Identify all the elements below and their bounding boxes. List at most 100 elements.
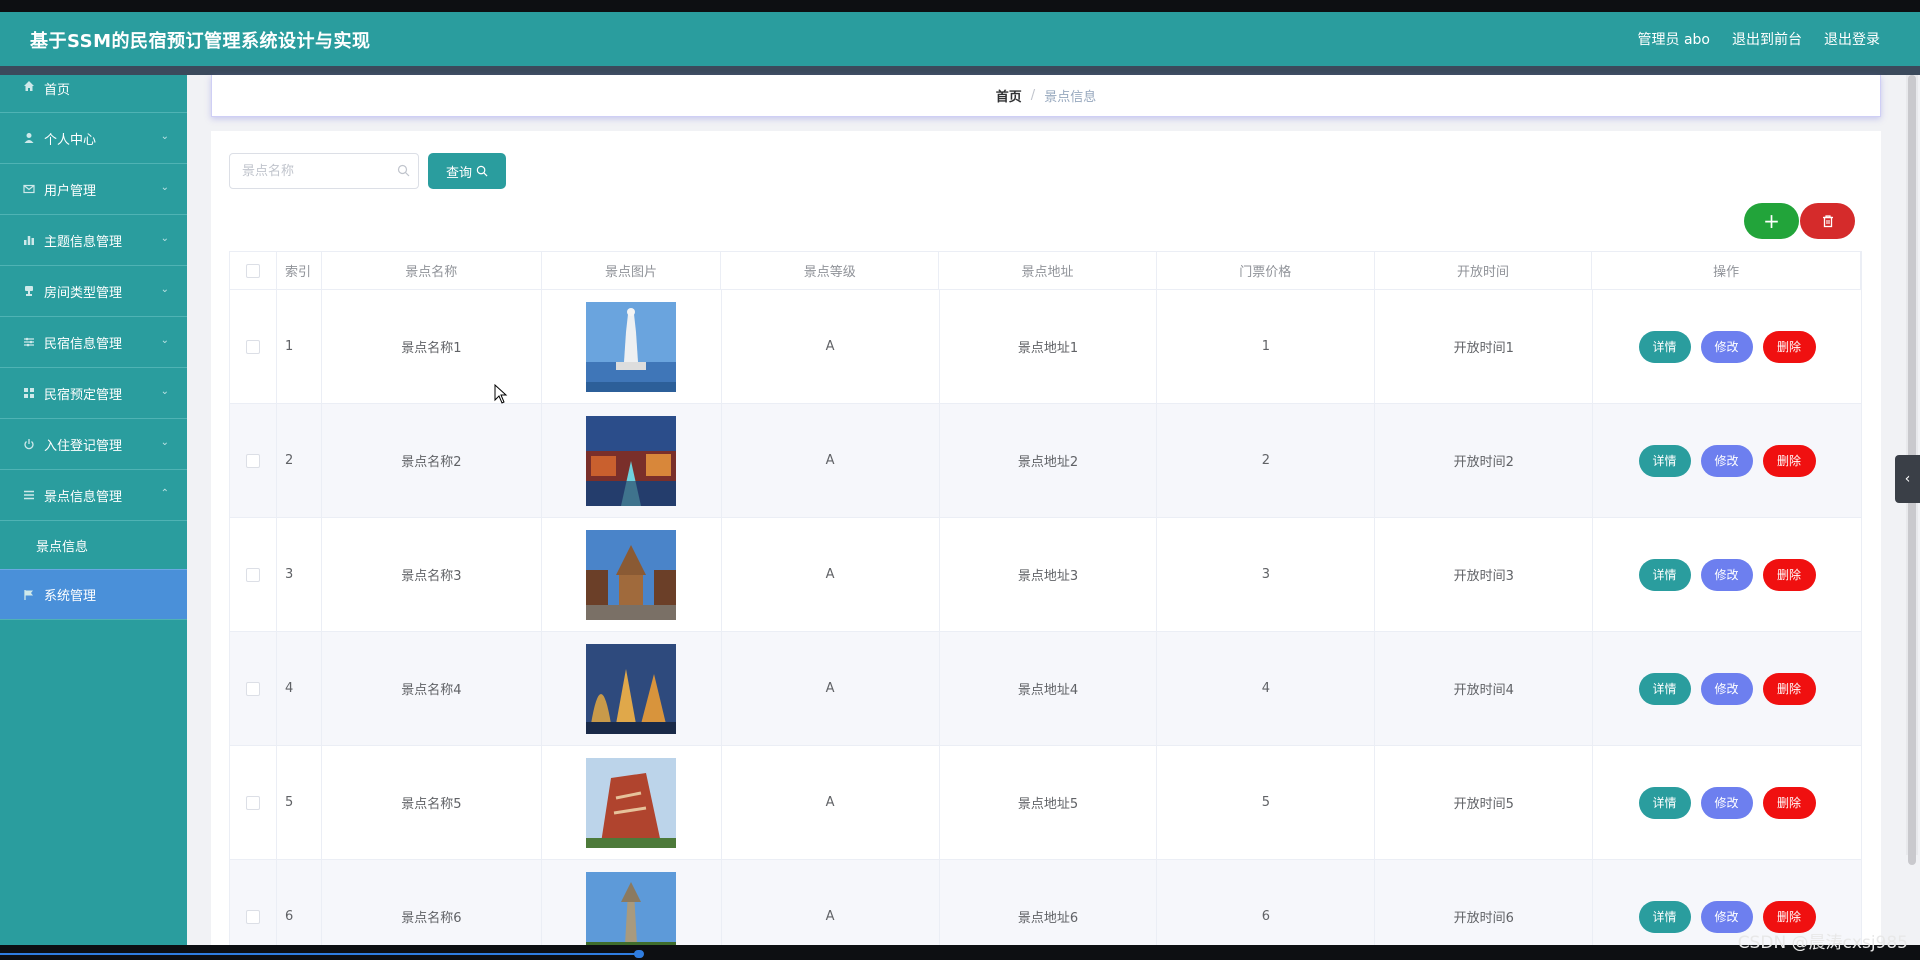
row-checkbox[interactable] bbox=[245, 909, 260, 924]
stamp-icon bbox=[22, 284, 36, 298]
sidebar-item-booking-management[interactable]: 民宿预定管理 ⌄ bbox=[0, 368, 187, 419]
row-address: 景点地址4 bbox=[940, 632, 1158, 745]
row-open-time: 开放时间3 bbox=[1375, 518, 1594, 631]
search-icon bbox=[397, 164, 410, 177]
row-checkbox[interactable] bbox=[245, 567, 260, 582]
sidebar-item-personal-center[interactable]: 个人中心 ⌄ bbox=[0, 113, 187, 164]
main-content: 首页 / 景点信息 查询 + 索引 景点名称 景点图片 bbox=[187, 75, 1920, 945]
delete-button[interactable]: 删除 bbox=[1762, 444, 1816, 477]
sidebar-item-user-management[interactable]: 用户管理 ⌄ bbox=[0, 164, 187, 215]
home-icon bbox=[22, 79, 36, 93]
bar-chart-icon bbox=[22, 233, 36, 247]
chevron-down-icon: ⌄ bbox=[160, 233, 169, 244]
row-select-cell bbox=[230, 632, 277, 745]
logout-link[interactable]: 退出登录 bbox=[1824, 29, 1880, 49]
row-address: 景点地址2 bbox=[940, 404, 1158, 517]
chevron-down-icon: ⌄ bbox=[160, 386, 169, 397]
edit-button[interactable]: 修改 bbox=[1700, 558, 1753, 591]
chevron-down-icon: ⌄ bbox=[160, 131, 169, 142]
row-level: A bbox=[722, 404, 940, 517]
scenic-thumbnail[interactable] bbox=[586, 643, 677, 734]
detail-button[interactable]: 详情 bbox=[1638, 786, 1691, 819]
row-checkbox[interactable] bbox=[245, 453, 260, 468]
header-open-time: 开放时间 bbox=[1375, 252, 1593, 289]
detail-button[interactable]: 详情 bbox=[1638, 672, 1691, 705]
trash-icon bbox=[1822, 215, 1833, 228]
video-progress-bar[interactable] bbox=[0, 953, 640, 955]
edit-button[interactable]: 修改 bbox=[1700, 672, 1753, 705]
row-index: 6 bbox=[277, 860, 322, 945]
table-row: 6 景点名称6 A 景点地址6 6 开放时间6 详情 修改 删除 bbox=[229, 860, 1862, 945]
query-button[interactable]: 查询 bbox=[428, 153, 506, 189]
batch-delete-button[interactable] bbox=[1800, 203, 1855, 239]
table-row: 5 景点名称5 A 景点地址5 5 开放时间5 详情 修改 删除 bbox=[229, 746, 1862, 860]
header-address: 景点地址 bbox=[939, 252, 1157, 289]
row-image-cell bbox=[542, 746, 722, 859]
detail-button[interactable]: 详情 bbox=[1638, 330, 1691, 363]
row-level: A bbox=[722, 632, 940, 745]
delete-button[interactable]: 删除 bbox=[1762, 558, 1816, 591]
delete-button[interactable]: 删除 bbox=[1762, 330, 1816, 363]
row-image-cell bbox=[542, 518, 722, 631]
delete-button[interactable]: 删除 bbox=[1762, 786, 1816, 819]
sidebar-subitem-scenic-info[interactable]: 景点信息 bbox=[0, 521, 187, 569]
scenic-thumbnail[interactable] bbox=[586, 871, 677, 946]
breadcrumb-separator: / bbox=[1030, 88, 1036, 103]
detail-button[interactable]: 详情 bbox=[1638, 900, 1691, 933]
breadcrumb-current: 景点信息 bbox=[1044, 90, 1097, 105]
row-name: 景点名称1 bbox=[322, 290, 542, 403]
exit-to-front-link[interactable]: 退出到前台 bbox=[1732, 29, 1802, 49]
row-checkbox[interactable] bbox=[245, 339, 260, 354]
header-image: 景点图片 bbox=[542, 252, 722, 289]
row-open-time: 开放时间2 bbox=[1375, 404, 1594, 517]
row-image-cell bbox=[542, 290, 722, 403]
row-price: 4 bbox=[1157, 632, 1376, 745]
chevron-down-icon: ⌄ bbox=[160, 284, 169, 295]
row-address: 景点地址6 bbox=[940, 860, 1158, 945]
row-checkbox[interactable] bbox=[245, 681, 260, 696]
header-level: 景点等级 bbox=[721, 252, 940, 289]
sidebar-item-homestay-management[interactable]: 民宿信息管理 ⌄ bbox=[0, 317, 187, 368]
sliders-icon bbox=[22, 335, 36, 349]
edit-button[interactable]: 修改 bbox=[1700, 330, 1753, 363]
row-address: 景点地址3 bbox=[940, 518, 1158, 631]
admin-user-label[interactable]: 管理员 abo bbox=[1638, 29, 1710, 49]
sidebar-item-scenic-management[interactable]: 景点信息管理 ⌃ bbox=[0, 470, 187, 521]
header-accent-bar bbox=[0, 66, 1920, 75]
search-input[interactable] bbox=[230, 154, 390, 188]
delete-button[interactable]: 删除 bbox=[1762, 672, 1816, 705]
row-select-cell bbox=[230, 404, 277, 517]
detail-button[interactable]: 详情 bbox=[1638, 558, 1691, 591]
list-panel: 查询 + 索引 景点名称 景点图片 景点等级 景点地址 门票价格 开放时间 操作 bbox=[211, 131, 1881, 945]
collapse-panel-button[interactable]: ‹ bbox=[1895, 455, 1920, 503]
sidebar-item-checkin-management[interactable]: 入住登记管理 ⌄ bbox=[0, 419, 187, 470]
row-image-cell bbox=[542, 632, 722, 745]
mouse-cursor-icon bbox=[494, 384, 508, 404]
table-row: 1 景点名称1 A 景点地址1 1 开放时间1 详情 修改 删除 bbox=[229, 290, 1862, 404]
mail-icon bbox=[22, 182, 36, 196]
row-open-time: 开放时间5 bbox=[1375, 746, 1594, 859]
edit-button[interactable]: 修改 bbox=[1700, 786, 1753, 819]
sidebar-item-room-type-management[interactable]: 房间类型管理 ⌄ bbox=[0, 266, 187, 317]
breadcrumb-home[interactable]: 首页 bbox=[996, 86, 1022, 105]
row-checkbox[interactable] bbox=[245, 795, 260, 810]
video-progress-handle[interactable] bbox=[634, 950, 644, 958]
scenic-thumbnail[interactable] bbox=[586, 301, 677, 392]
scenic-table: 索引 景点名称 景点图片 景点等级 景点地址 门票价格 开放时间 操作 1 景点… bbox=[229, 251, 1862, 945]
sidebar-item-system-management[interactable]: 系统管理 bbox=[0, 569, 187, 620]
scenic-thumbnail[interactable] bbox=[586, 415, 677, 506]
row-select-cell bbox=[230, 290, 277, 403]
sidebar-item-theme-management[interactable]: 主题信息管理 ⌄ bbox=[0, 215, 187, 266]
sidebar-item-home[interactable]: 首页 bbox=[0, 75, 187, 113]
sidebar-item-label: 个人中心 bbox=[44, 132, 97, 148]
detail-button[interactable]: 详情 bbox=[1638, 444, 1691, 477]
search-icon bbox=[476, 165, 488, 177]
table-row: 4 景点名称4 A 景点地址4 4 开放时间4 详情 修改 删除 bbox=[229, 632, 1862, 746]
chevron-down-icon: ⌄ bbox=[160, 437, 169, 448]
edit-button[interactable]: 修改 bbox=[1700, 444, 1753, 477]
scenic-thumbnail[interactable] bbox=[586, 757, 677, 848]
sidebar: 首页 个人中心 ⌄ 用户管理 ⌄ 主题信息管理 ⌄ 房间类型管理 ⌄ 民宿信息管… bbox=[0, 75, 187, 945]
scenic-thumbnail[interactable] bbox=[586, 529, 677, 620]
select-all-checkbox[interactable] bbox=[245, 263, 260, 278]
add-button[interactable]: + bbox=[1744, 203, 1799, 239]
